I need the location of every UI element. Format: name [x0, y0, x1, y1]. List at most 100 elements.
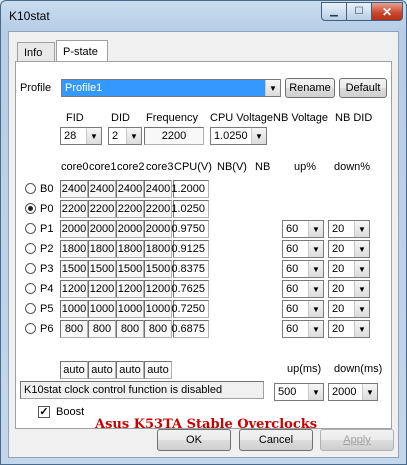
core-frequency-cell[interactable]: 1200 — [60, 280, 88, 298]
cpu-voltage-cell[interactable]: 0.6875 — [171, 320, 209, 338]
core-frequency-cell[interactable]: 800 — [60, 320, 88, 338]
down-percent-select[interactable]: 20 ▼ — [328, 300, 370, 318]
cpu-voltage-cell[interactable]: 0.8375 — [171, 260, 209, 278]
boost-label: Boost — [56, 406, 85, 418]
did-value: 2 — [112, 130, 119, 142]
tab-p-state[interactable]: P-state — [56, 40, 108, 62]
up-percent-select[interactable]: 60 ▼ — [282, 320, 324, 338]
p-state-radio[interactable] — [25, 323, 36, 334]
cpu-voltage-cell[interactable]: 1.0250 — [171, 200, 209, 218]
core-frequency-cell[interactable]: 1800 — [116, 240, 144, 258]
up-percent-select[interactable]: 60 ▼ — [282, 220, 324, 238]
p-state-radio[interactable] — [25, 263, 36, 274]
maximize-button[interactable]: ☐ — [346, 2, 372, 21]
core-frequency-cell[interactable]: 1000 — [60, 300, 88, 318]
title-bar[interactable]: K10stat ▁ ☐ ✕ — [1, 1, 406, 31]
up-percent-select[interactable]: 60 ▼ — [282, 300, 324, 318]
p-state-radio[interactable] — [25, 183, 36, 194]
rename-button[interactable]: Rename — [285, 78, 335, 98]
core-frequency-value: 2200 — [61, 203, 87, 215]
cpu-voltage-value: 0.6875 — [171, 323, 205, 335]
profile-select[interactable]: Profile1 ▼ — [61, 79, 281, 97]
down-percent-select[interactable]: 20 ▼ — [328, 280, 370, 298]
p-state-radio[interactable] — [25, 243, 36, 254]
p-state-radio[interactable] — [25, 283, 36, 294]
boost-checkbox[interactable]: ✓ — [38, 406, 50, 418]
tab-info[interactable]: Info — [17, 42, 55, 62]
core-frequency-cell[interactable]: 2400 — [60, 180, 88, 198]
cpu-voltage-cell[interactable]: 0.7625 — [171, 280, 209, 298]
down-percent-select[interactable]: 20 ▼ — [328, 240, 370, 258]
core-frequency-cell[interactable]: 2400 — [116, 180, 144, 198]
minimize-button[interactable]: ▁ — [321, 2, 347, 21]
core-frequency-cell[interactable]: 1500 — [60, 260, 88, 278]
p-state-radio[interactable] — [25, 303, 36, 314]
core-frequency-cell[interactable]: 1500 — [88, 260, 116, 278]
down-percent-select[interactable]: 20 ▼ — [328, 220, 370, 238]
core-frequency-cell[interactable]: 1200 — [88, 280, 116, 298]
p-state-radio[interactable] — [25, 203, 36, 214]
profile-label: Profile — [20, 82, 52, 94]
core-frequency-cell[interactable]: 1800 — [88, 240, 116, 258]
core-frequency-cell[interactable]: 2200 — [116, 200, 144, 218]
cpu-voltage-cell[interactable]: 0.9750 — [171, 220, 209, 238]
close-button[interactable]: ✕ — [371, 2, 403, 21]
core-frequency-cell[interactable]: 2200 — [88, 200, 116, 218]
up-ms-select[interactable]: 500 ▼ — [274, 383, 324, 401]
cpu-voltage-cell[interactable]: 0.7250 — [171, 300, 209, 318]
down-percent-select[interactable]: 20 ▼ — [328, 260, 370, 278]
core-frequency-cell[interactable]: 1200 — [116, 280, 144, 298]
up-ms-label: up(ms) — [287, 363, 322, 375]
cpu-voltage-header: CPU Voltage — [210, 112, 273, 124]
core-frequency-value: 1800 — [145, 243, 171, 255]
core-frequency-cell[interactable]: 2000 — [88, 220, 116, 238]
core-frequency-cell[interactable]: 1800 — [60, 240, 88, 258]
default-button[interactable]: Default — [339, 78, 387, 98]
core-frequency-cell[interactable]: 1800 — [144, 240, 172, 258]
up-percent-select[interactable]: 60 ▼ — [282, 260, 324, 278]
cpu-v-header: CPU(V) — [174, 161, 212, 173]
dialog-client: Info P-state Profile Profile1 ▼ Rename D… — [8, 31, 399, 458]
core-frequency-cell[interactable]: 2000 — [60, 220, 88, 238]
down-ms-select[interactable]: 2000 ▼ — [328, 383, 378, 401]
cpu-voltage-value: 1.0250 — [214, 130, 248, 142]
auto-core2: auto — [116, 361, 144, 379]
cpu-voltage-select[interactable]: 1.0250 ▼ — [210, 127, 267, 145]
did-select[interactable]: 2 ▼ — [108, 127, 142, 145]
cpu-voltage-cell[interactable]: 1.2000 — [171, 180, 209, 198]
core-frequency-cell[interactable]: 1000 — [116, 300, 144, 318]
down-percent-value: 20 — [332, 323, 345, 335]
core-frequency-value: 2400 — [89, 183, 115, 195]
core-frequency-value: 2200 — [117, 203, 143, 215]
core-frequency-cell[interactable]: 2000 — [144, 220, 172, 238]
core-frequency-cell[interactable]: 800 — [116, 320, 144, 338]
apply-button[interactable]: Apply — [320, 429, 394, 451]
core-frequency-cell[interactable]: 2000 — [116, 220, 144, 238]
core-frequency-cell[interactable]: 800 — [88, 320, 116, 338]
cpu-voltage-value: 0.9125 — [171, 243, 205, 255]
fid-select[interactable]: 28 ▼ — [60, 127, 102, 145]
minimize-icon: ▁ — [330, 6, 338, 17]
core-frequency-cell[interactable]: 2400 — [144, 180, 172, 198]
core-frequency-cell[interactable]: 1500 — [144, 260, 172, 278]
up-percent-select[interactable]: 60 ▼ — [282, 240, 324, 258]
core-frequency-cell[interactable]: 1500 — [116, 260, 144, 278]
up-percent-select[interactable]: 60 ▼ — [282, 280, 324, 298]
p-state-radio[interactable] — [25, 223, 36, 234]
core-frequency-cell[interactable]: 2200 — [144, 200, 172, 218]
core-frequency-cell[interactable]: 800 — [144, 320, 172, 338]
ok-button[interactable]: OK — [157, 429, 231, 451]
core-frequency-value: 1800 — [89, 243, 115, 255]
core-frequency-value: 2400 — [117, 183, 143, 195]
core-frequency-value: 2200 — [89, 203, 115, 215]
cpu-voltage-value: 0.8375 — [171, 263, 205, 275]
core-frequency-cell[interactable]: 2400 — [88, 180, 116, 198]
core-frequency-cell[interactable]: 2200 — [60, 200, 88, 218]
core-frequency-cell[interactable]: 1000 — [144, 300, 172, 318]
cancel-button[interactable]: Cancel — [239, 429, 313, 451]
core-frequency-cell[interactable]: 1000 — [88, 300, 116, 318]
down-percent-select[interactable]: 20 ▼ — [328, 320, 370, 338]
core-frequency-value: 1800 — [117, 243, 143, 255]
cpu-voltage-cell[interactable]: 0.9125 — [171, 240, 209, 258]
core-frequency-cell[interactable]: 1200 — [144, 280, 172, 298]
